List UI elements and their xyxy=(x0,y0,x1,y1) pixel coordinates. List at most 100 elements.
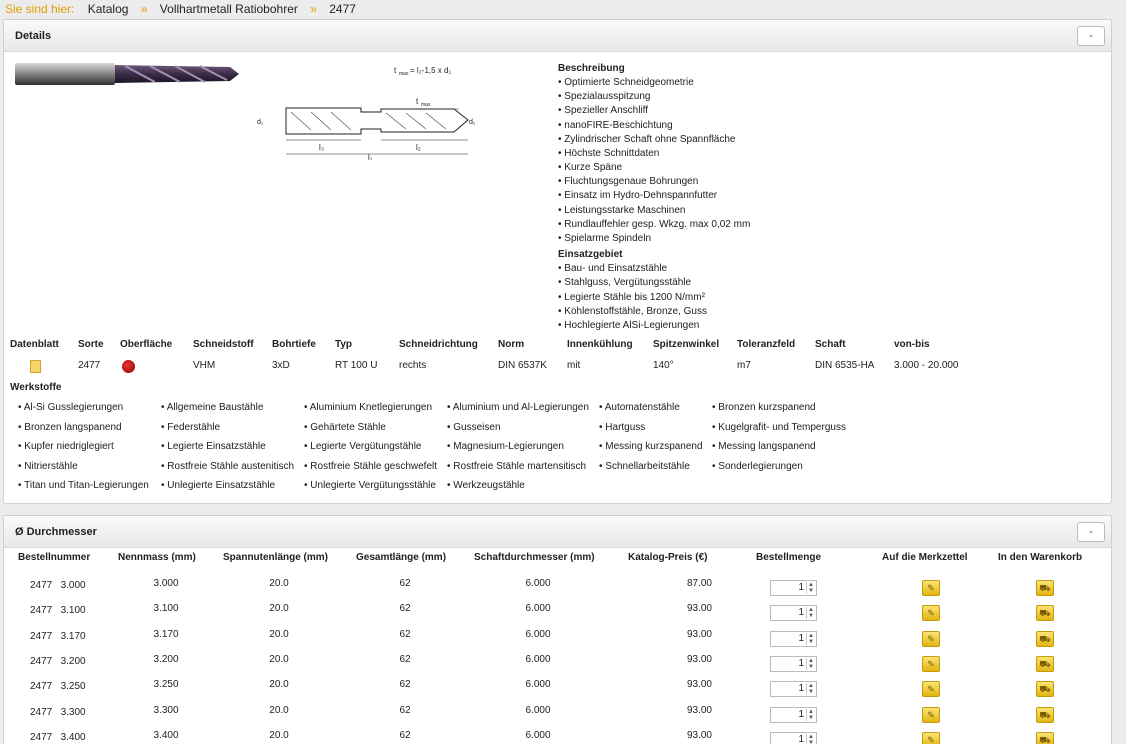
diameter-collapse-button[interactable]: - xyxy=(1077,522,1105,542)
stepper-arrows-icon[interactable]: ▲ ▼ xyxy=(806,607,815,620)
spannuten-cell: 20.0 xyxy=(269,653,289,665)
quantity-stepper[interactable]: 1 ▲ ▼ xyxy=(770,630,817,647)
order-number-size: 3.300 xyxy=(60,706,86,718)
cart-icon[interactable]: ⛟ xyxy=(1036,605,1054,622)
spec-value: 3.000 - 20.000 xyxy=(894,360,959,371)
list-item: nanoFIRE-Beschichtung xyxy=(558,119,858,133)
spec-label: Bohrtiefe xyxy=(272,339,316,350)
quantity-value[interactable]: 1 xyxy=(798,633,804,644)
details-collapse-button[interactable]: - xyxy=(1077,26,1105,46)
order-number: 2477 3.400 xyxy=(30,732,86,743)
list-item: Spielarme Spindeln xyxy=(558,232,858,246)
spannuten-cell: 20.0 xyxy=(269,578,289,589)
list-item: Aluminium und Al-Legierungen xyxy=(447,401,589,421)
breadcrumb-separator: » xyxy=(140,2,148,16)
column-header: Spannutenlänge (mm) xyxy=(223,552,329,563)
table-row: 2477 3.200 3.200 20.0 62 6.000 93.00 1 ▲ ▼ ✎ ⛟ xyxy=(4,650,1111,675)
werkstoffe-column: Aluminium und Al-Legierungen Gusseisen M… xyxy=(447,401,589,499)
cart-icon[interactable]: ⛟ xyxy=(1036,580,1054,596)
spec-schneidstoff: Schneidstoff VHM xyxy=(193,339,254,371)
notepad-icon[interactable]: ✎ xyxy=(922,580,940,596)
list-item: Kupfer niedriglegiert xyxy=(18,440,149,460)
list-item: Kugelgrafit- und Temperguss xyxy=(712,421,846,441)
column-header: Schaftdurchmesser (mm) xyxy=(474,552,595,563)
werkstoffe-column: Aluminium Knetlegierungen Gehärtete Stäh… xyxy=(304,401,437,499)
quantity-stepper[interactable]: 1 ▲ ▼ xyxy=(770,605,817,622)
notepad-icon[interactable]: ✎ xyxy=(922,706,940,723)
list-item: Optimierte Schneidgeometrie xyxy=(558,76,858,90)
details-panel: Details - t max = l₂-1,5 x d₁ t max d₁ d… xyxy=(3,19,1112,504)
list-item: Legierte Vergütungstähle xyxy=(304,440,437,460)
beschreibung-list: Optimierte Schneidgeometrie Spezialaussp… xyxy=(558,76,858,246)
spec-von-bis: von-bis 3.000 - 20.000 xyxy=(894,339,959,371)
svg-text:max: max xyxy=(399,71,409,77)
stepper-arrows-icon[interactable]: ▲ ▼ xyxy=(806,708,815,721)
cart-icon[interactable]: ⛟ xyxy=(1036,731,1054,744)
nennmass-cell: 3.200 xyxy=(153,653,179,665)
stepper-arrows-icon[interactable]: ▲ ▼ xyxy=(806,582,815,594)
werkstoffe-column: Al-Si Gusslegierungen Bronzen langspanen… xyxy=(18,401,149,499)
preis-cell: 93.00 xyxy=(686,704,712,716)
notepad-icon[interactable]: ✎ xyxy=(922,655,940,672)
svg-text:d₁: d₁ xyxy=(257,119,264,126)
cart-icon[interactable]: ⛟ xyxy=(1036,706,1054,723)
einsatz-list: Bau- und Einsatzstähle Stahlguss, Vergüt… xyxy=(558,262,858,333)
pdf-icon[interactable] xyxy=(30,360,41,373)
cart-icon[interactable]: ⛟ xyxy=(1036,681,1054,698)
drill-product-image xyxy=(15,63,239,85)
order-number: 2477 3.000 xyxy=(30,580,86,591)
table-row: 2477 3.250 3.250 20.0 62 6.000 93.00 1 ▲ ▼ ✎ ⛟ xyxy=(4,675,1111,700)
list-item: Bronzen kurzspanend xyxy=(712,401,846,421)
breadcrumb-katalog[interactable]: Katalog xyxy=(88,2,129,16)
quantity-stepper[interactable]: 1 ▲ ▼ xyxy=(770,681,817,698)
schaft-cell: 6.000 xyxy=(525,704,551,716)
notepad-icon[interactable]: ✎ xyxy=(922,630,940,647)
cart-icon[interactable]: ⛟ xyxy=(1036,630,1054,647)
quantity-value[interactable]: 1 xyxy=(798,709,804,720)
quantity-value[interactable]: 1 xyxy=(798,683,804,694)
description-block: Beschreibung Optimierte Schneidgeometrie… xyxy=(558,62,858,333)
schaft-cell: 6.000 xyxy=(525,603,551,615)
preis-cell: 93.00 xyxy=(686,628,712,640)
werkstoffe-title: Werkstoffe xyxy=(10,382,62,393)
list-item: Stahlguss, Vergütungsstähle xyxy=(558,276,858,290)
spec-label: Sorte xyxy=(78,339,104,350)
breadcrumb-category[interactable]: Vollhartmetall Ratiobohrer xyxy=(160,2,298,16)
quantity-value[interactable]: 1 xyxy=(798,582,804,593)
spec-innenkuehlung: Innenkühlung mit xyxy=(567,339,633,371)
nennmass-cell: 3.300 xyxy=(153,704,179,716)
werkstoffe-column: Bronzen kurzspanend Kugelgrafit- und Tem… xyxy=(712,401,846,479)
cart-icon[interactable]: ⛟ xyxy=(1036,655,1054,672)
spec-value: 140° xyxy=(653,360,674,371)
list-item: Messing langspanend xyxy=(712,440,846,460)
notepad-icon[interactable]: ✎ xyxy=(922,681,940,698)
list-item: Rostfreie Stähle geschwefelt xyxy=(304,460,437,480)
quantity-value[interactable]: 1 xyxy=(798,607,804,618)
quantity-value[interactable]: 1 xyxy=(798,658,804,669)
preis-cell: 93.00 xyxy=(686,729,712,741)
order-number-base: 2477 xyxy=(30,605,53,617)
quantity-stepper[interactable]: 1 ▲ ▼ xyxy=(770,580,817,596)
stepper-arrows-icon[interactable]: ▲ ▼ xyxy=(806,657,815,670)
spec-label: Schaft xyxy=(815,339,846,350)
svg-text:d₁: d₁ xyxy=(469,119,476,126)
preis-cell: 87.00 xyxy=(686,578,712,589)
column-header: In den Warenkorb xyxy=(998,552,1083,563)
preis-cell: 93.00 xyxy=(686,679,712,691)
quantity-stepper[interactable]: 1 ▲ ▼ xyxy=(770,731,817,744)
quantity-stepper[interactable]: 1 ▲ ▼ xyxy=(770,706,817,723)
order-number-size: 3.400 xyxy=(60,731,86,743)
quantity-value[interactable]: 1 xyxy=(798,734,804,744)
notepad-icon[interactable]: ✎ xyxy=(922,731,940,744)
quantity-stepper[interactable]: 1 ▲ ▼ xyxy=(770,655,817,672)
details-header: Details - xyxy=(4,20,1111,52)
spec-sorte: Sorte 2477 xyxy=(78,339,104,371)
stepper-arrows-icon[interactable]: ▲ ▼ xyxy=(806,632,815,645)
stepper-arrows-icon[interactable]: ▲ ▼ xyxy=(806,683,815,696)
list-item: Rostfreie Stähle austenitisch xyxy=(161,460,294,480)
notepad-icon[interactable]: ✎ xyxy=(922,605,940,622)
list-item: Gusseisen xyxy=(447,421,589,441)
breadcrumb-current: 2477 xyxy=(329,2,356,16)
stepper-arrows-icon[interactable]: ▲ ▼ xyxy=(806,733,815,744)
list-item: Al-Si Gusslegierungen xyxy=(18,401,149,421)
